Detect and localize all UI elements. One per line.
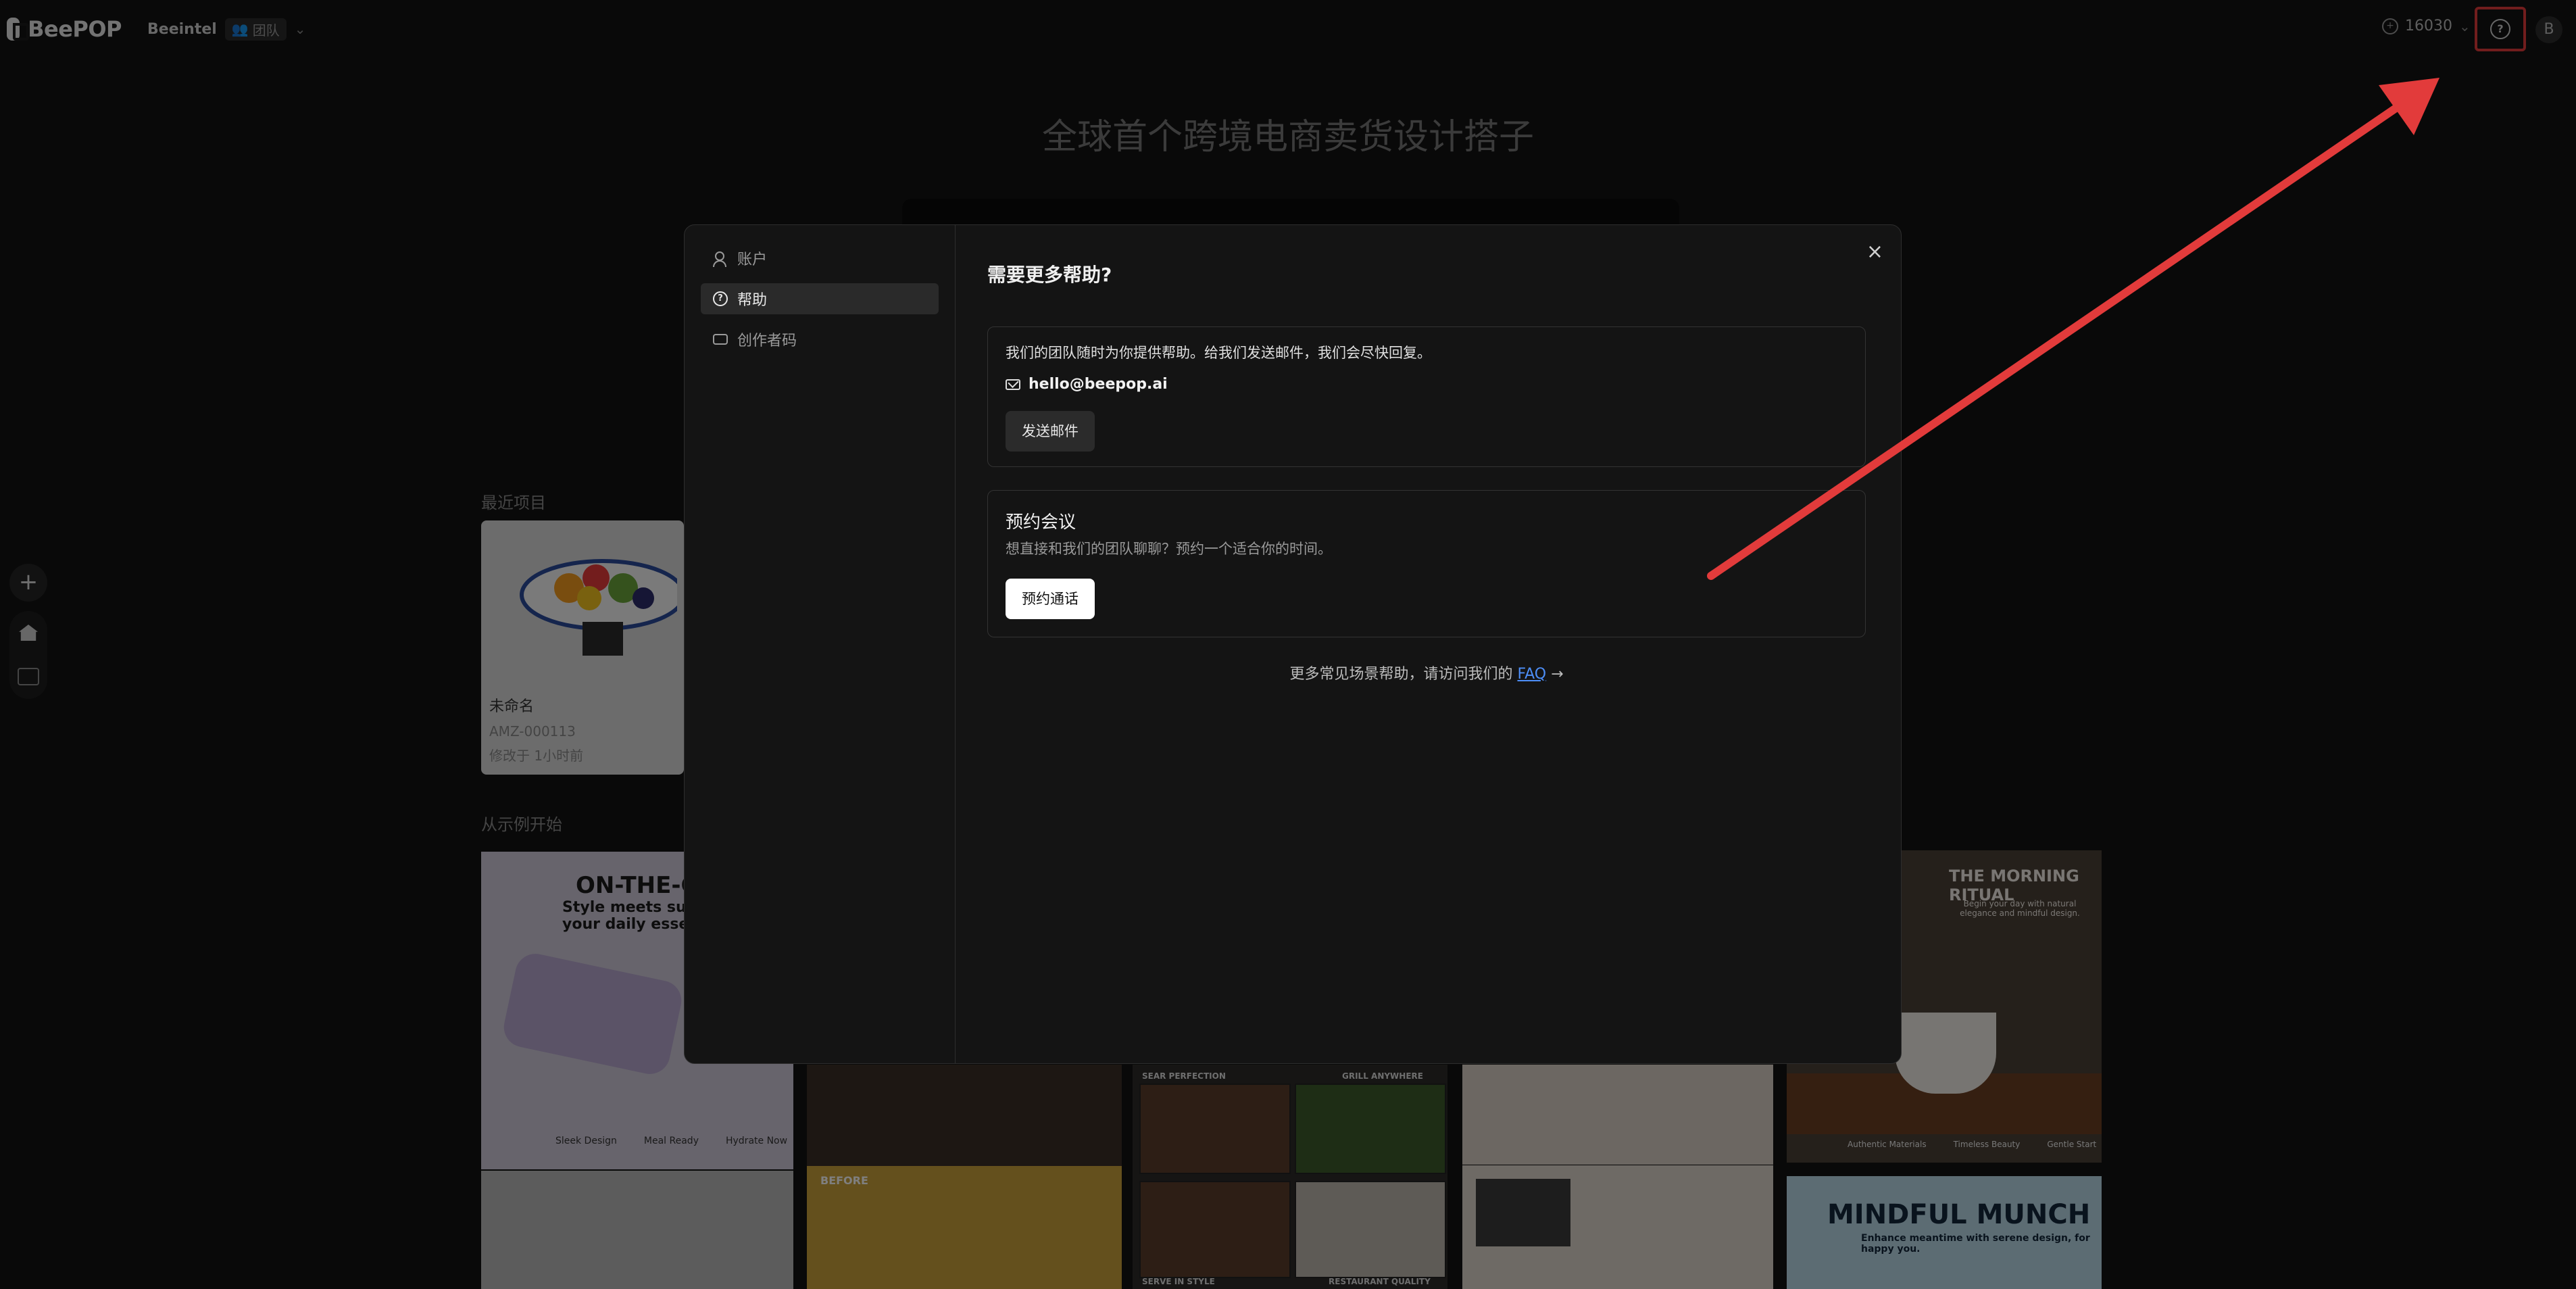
book-call-button[interactable]: 预约通话 [1006,579,1095,619]
email-card: 我们的团队随时为你提供帮助。给我们发送邮件，我们会尽快回复。 hello@bee… [987,326,1866,467]
modal-sidebar: 账户 ? 帮助 创作者码 [685,225,956,1063]
modal-title: 需要更多帮助? [987,264,1112,286]
nav-item-label: 账户 [737,251,768,268]
nav-item-creator-code[interactable]: 创作者码 [701,324,939,355]
nav-item-label: 创作者码 [737,333,797,349]
arrow-right-icon: → [1551,666,1564,683]
faq-link[interactable]: FAQ [1517,666,1546,683]
faq-prefix: 更多常见场景帮助，请访问我们的 [1289,666,1513,683]
support-email: hello@beepop.ai [1029,376,1168,393]
settings-modal: 账户 ? 帮助 创作者码 × 需要更多帮助? 我们的团队随时为你提供帮助。给我们… [684,224,1902,1064]
email-row: hello@beepop.ai [1006,376,1168,393]
meeting-subtitle: 想直接和我们的团队聊聊？预约一个适合你的时间。 [1006,541,1332,557]
mail-icon [1006,379,1020,390]
close-icon[interactable]: × [1866,240,1883,264]
meeting-title: 预约会议 [1006,512,1076,533]
meeting-card: 预约会议 想直接和我们的团队聊聊？预约一个适合你的时间。 预约通话 [987,490,1866,637]
nav-item-account[interactable]: 账户 [701,243,939,274]
email-card-text: 我们的团队随时为你提供帮助。给我们发送邮件，我们会尽快回复。 [1006,345,1431,361]
help-circle-icon: ? [713,291,728,306]
send-email-button[interactable]: 发送邮件 [1006,411,1095,452]
faq-line: 更多常见场景帮助，请访问我们的 FAQ → [987,662,1866,683]
nav-item-help[interactable]: ? 帮助 [701,283,939,314]
nav-item-label: 帮助 [737,292,768,309]
user-icon [713,251,728,267]
ticket-icon [713,334,728,345]
